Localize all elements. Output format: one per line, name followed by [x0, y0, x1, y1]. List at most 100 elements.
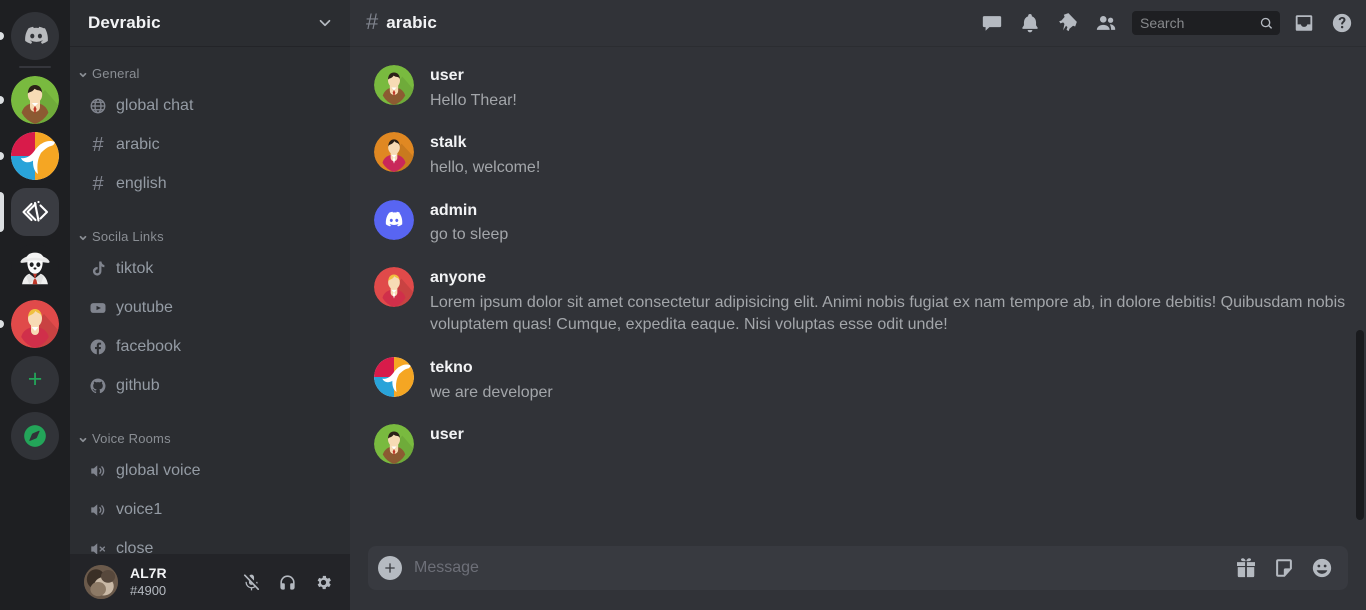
avatar-red-person-icon [11, 300, 59, 348]
discord-logo-icon[interactable] [374, 199, 414, 240]
bell-icon[interactable] [1018, 11, 1042, 35]
message-author[interactable]: stalk [430, 132, 1346, 154]
server-rail-item-devrabic[interactable] [0, 184, 70, 240]
chevron-down-icon[interactable] [316, 14, 334, 32]
channel-item-github[interactable]: github [78, 369, 342, 402]
message-author[interactable]: anyone [430, 267, 1346, 289]
sticker-icon[interactable] [1272, 556, 1296, 580]
message-row: tekno we are developer [350, 355, 1346, 404]
category-spacer [70, 408, 350, 426]
chevron-down-icon [78, 68, 88, 78]
channel-label: facebook [116, 337, 181, 355]
channel-header: # arabic Search [350, 0, 1366, 47]
main-chat-area: # arabic Search user Hello Thear! stalk … [350, 0, 1366, 610]
server-rail-item-green-person[interactable] [0, 72, 70, 128]
avatar-orange-person-icon[interactable] [374, 132, 414, 173]
composer-wrapper: Message [350, 546, 1366, 610]
channel-label: arabic [116, 135, 160, 153]
user-meta: AL7R #4900 [126, 565, 230, 599]
add-server-label: + [27, 364, 43, 393]
user-name: AL7R [130, 565, 167, 582]
youtube-icon [88, 298, 108, 318]
channel-label: youtube [116, 298, 173, 316]
channel-item-voice1[interactable]: voice1 [78, 493, 342, 526]
message-row: anyone Lorem ipsum dolor sit amet consec… [350, 265, 1346, 337]
microphone-muted-icon[interactable] [238, 569, 264, 595]
channel-item-youtube[interactable]: youtube [78, 291, 342, 324]
message-author[interactable]: user [430, 65, 1346, 87]
guild-header[interactable]: Devrabic [70, 0, 350, 47]
help-icon[interactable] [1330, 11, 1354, 35]
avatar-red-person-icon[interactable] [374, 266, 414, 307]
channel-list: General global chat # arabic # english S… [70, 47, 350, 554]
message-scrollbar[interactable] [1356, 330, 1364, 520]
category-label: Socila Links [92, 228, 164, 244]
chevron-down-icon [78, 433, 88, 443]
explore-servers-button[interactable] [0, 408, 70, 464]
avatar-green-person-icon [11, 76, 59, 124]
search-input[interactable]: Search [1132, 11, 1280, 35]
speaker-icon [88, 500, 108, 520]
rail-divider [19, 66, 51, 68]
headphones-icon[interactable] [274, 569, 300, 595]
speaker-muted-icon [88, 539, 108, 554]
category-spacer [70, 206, 350, 224]
members-icon[interactable] [1094, 11, 1118, 35]
server-indicator-pill [0, 320, 4, 328]
avatar-green-person-icon[interactable] [374, 424, 414, 465]
channel-category-socila-links[interactable]: Socila Links [70, 224, 350, 248]
avatar-green-person-icon[interactable] [374, 65, 414, 105]
channel-item-tiktok[interactable]: tiktok [78, 252, 342, 285]
server-indicator-pill-active [0, 192, 4, 232]
message-input[interactable]: Message [368, 546, 1348, 590]
avatar[interactable] [84, 565, 118, 599]
server-rail-item-panda[interactable] [0, 240, 70, 296]
composer-actions [1234, 556, 1334, 580]
message-author[interactable]: user [430, 424, 1346, 446]
gear-icon[interactable] [310, 569, 336, 595]
channel-label: english [116, 174, 167, 192]
message-body: tekno we are developer [430, 355, 1346, 404]
channel-category-voice-rooms[interactable]: Voice Rooms [70, 426, 350, 450]
search-placeholder: Search [1140, 15, 1185, 31]
globe-icon [88, 96, 108, 116]
message-author[interactable]: admin [430, 200, 1346, 222]
server-rail-item-direct-messages[interactable] [0, 8, 70, 64]
channel-label: global voice [116, 461, 201, 479]
message-author[interactable]: tekno [430, 357, 1346, 379]
server-indicator-pill [0, 32, 4, 40]
server-rail-item-tekno[interactable] [0, 128, 70, 184]
add-server-button[interactable]: + [0, 352, 70, 408]
category-label: Voice Rooms [92, 430, 171, 446]
server-indicator-pill [0, 96, 4, 104]
message-body: admin go to sleep [430, 198, 1346, 247]
channel-item-global-voice[interactable]: global voice [78, 454, 342, 487]
facebook-icon [88, 337, 108, 357]
tekno-logo-icon[interactable] [374, 356, 414, 397]
tekno-logo-icon [11, 132, 59, 180]
pin-icon[interactable] [1056, 11, 1080, 35]
message-body: user [430, 422, 1346, 464]
message-input-placeholder: Message [414, 559, 479, 576]
threads-icon[interactable] [980, 11, 1004, 35]
inbox-icon[interactable] [1292, 11, 1316, 35]
emoji-icon[interactable] [1310, 556, 1334, 580]
gift-icon[interactable] [1234, 556, 1258, 580]
channel-item-global-chat[interactable]: global chat [78, 89, 342, 122]
channel-item-facebook[interactable]: facebook [78, 330, 342, 363]
guild-name: Devrabic [88, 13, 161, 32]
code-brackets-icon [11, 188, 59, 236]
channel-category-general[interactable]: General [70, 61, 350, 85]
plus-circle-icon[interactable] [378, 556, 402, 580]
channel-item-english[interactable]: # english [78, 167, 342, 200]
message-row: stalk hello, welcome! [350, 130, 1346, 179]
header-actions [980, 11, 1118, 35]
user-actions [238, 569, 342, 595]
message-row: user [350, 422, 1346, 465]
tiktok-icon [88, 259, 108, 279]
server-rail-item-red-person[interactable] [0, 296, 70, 352]
channel-item-arabic[interactable]: # arabic [78, 128, 342, 161]
speaker-icon [88, 461, 108, 481]
channel-item-close[interactable]: close [78, 532, 342, 554]
discord-logo-icon [11, 12, 59, 60]
